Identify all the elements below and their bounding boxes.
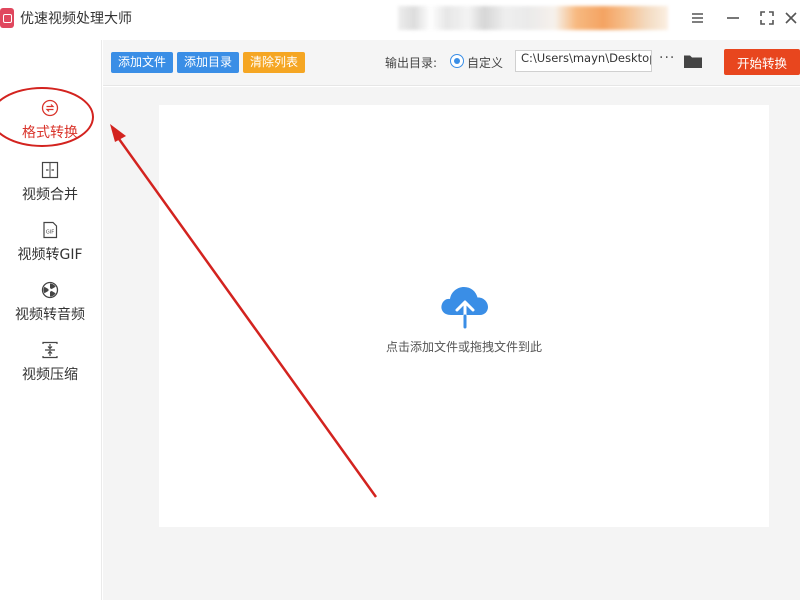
sidebar-item-label: 视频压缩	[22, 367, 78, 383]
maximize-icon[interactable]	[756, 7, 778, 29]
sidebar-item-label: 格式转换	[22, 125, 78, 141]
sidebar-item-video-to-audio[interactable]: 视频转音频	[0, 280, 100, 334]
drop-hint-text: 点击添加文件或拖拽文件到此	[385, 340, 542, 354]
gif-icon: GIF	[40, 220, 60, 240]
sidebar-item-label: 视频转GIF	[17, 247, 83, 263]
sidebar: 格式转换 视频合并 GIF 视频转GIF 视频转音频 视频压缩	[0, 40, 102, 600]
blurred-user-info	[398, 6, 668, 30]
start-convert-button[interactable]: 开始转换	[724, 49, 800, 75]
sidebar-item-label: 视频转音频	[15, 307, 85, 323]
main-area: 点击添加文件或拖拽文件到此	[103, 87, 800, 600]
sidebar-item-video-compress[interactable]: 视频压缩	[0, 340, 100, 394]
sidebar-item-video-merge[interactable]: 视频合并	[0, 160, 100, 214]
add-directory-button[interactable]: 添加目录	[177, 52, 239, 73]
output-dir-label: 输出目录:	[385, 56, 438, 70]
menu-icon[interactable]	[686, 7, 708, 29]
merge-icon	[40, 160, 60, 180]
audio-icon	[40, 280, 60, 300]
custom-dir-radio-label[interactable]: 自定义	[467, 54, 503, 71]
compress-icon	[40, 340, 60, 360]
add-file-button[interactable]: 添加文件	[111, 52, 173, 73]
svg-text:GIF: GIF	[46, 230, 54, 236]
sidebar-item-video-to-gif[interactable]: GIF 视频转GIF	[0, 220, 100, 274]
app-logo	[0, 8, 14, 28]
output-path-value: C:\Users\mayn\Desktop	[521, 51, 652, 65]
folder-icon[interactable]	[683, 52, 703, 70]
close-icon[interactable]	[780, 7, 800, 29]
title-bar: 优速视频处理大师	[0, 0, 800, 36]
custom-dir-radio[interactable]	[450, 54, 464, 68]
convert-icon	[40, 98, 60, 118]
output-path-field[interactable]: C:\Users\mayn\Desktop	[515, 50, 652, 72]
file-drop-zone[interactable]: 点击添加文件或拖拽文件到此	[159, 105, 769, 527]
minimize-icon[interactable]	[722, 7, 744, 29]
sidebar-item-label: 视频合并	[22, 187, 78, 203]
clear-list-button[interactable]: 清除列表	[243, 52, 305, 73]
app-title: 优速视频处理大师	[20, 11, 132, 27]
sidebar-item-format-convert[interactable]: 格式转换	[0, 98, 100, 152]
browse-more-button[interactable]: ···	[659, 50, 675, 66]
toolbar: 添加文件 添加目录 清除列表 输出目录: 自定义 C:\Users\mayn\D…	[103, 40, 800, 86]
cloud-upload-icon	[437, 283, 493, 331]
